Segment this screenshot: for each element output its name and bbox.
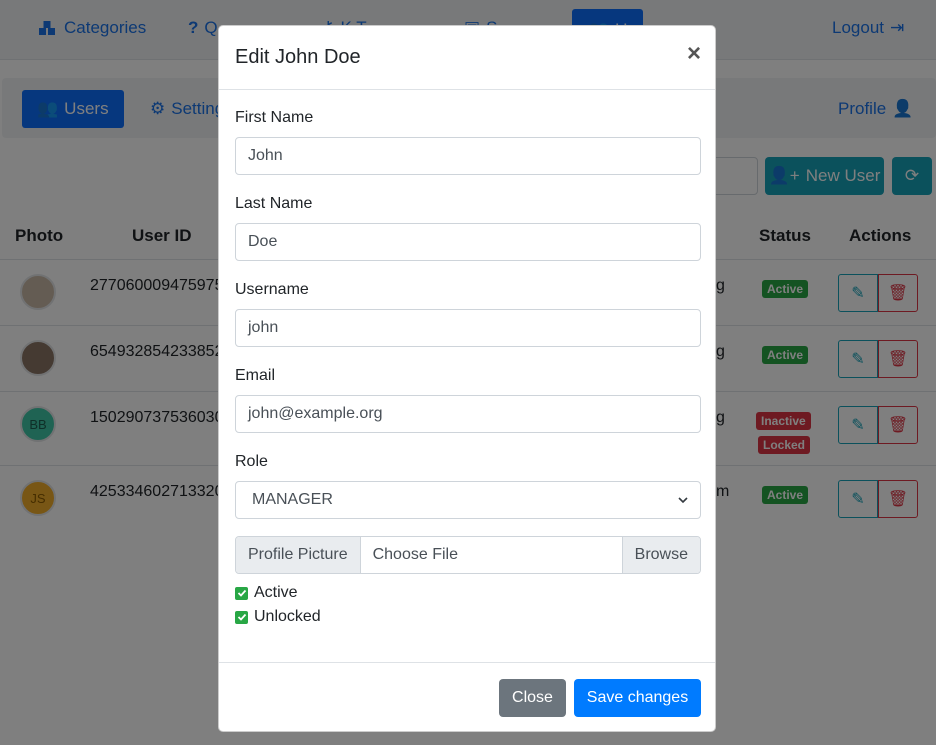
active-checkbox-row[interactable]: Active	[235, 584, 298, 602]
unlocked-checkbox[interactable]	[235, 610, 248, 624]
role-select[interactable]: MANAGER	[235, 481, 701, 519]
modal-header: Edit John Doe ×	[219, 26, 715, 90]
save-changes-button[interactable]: Save changes	[574, 679, 701, 717]
role-label: Role	[235, 453, 268, 470]
unlocked-checkbox-row[interactable]: Unlocked	[235, 608, 321, 626]
first-name-label: First Name	[235, 109, 314, 126]
check-icon	[237, 613, 246, 621]
active-checkbox[interactable]	[235, 586, 248, 600]
close-button[interactable]: Close	[499, 679, 566, 717]
email-field[interactable]: john@example.org	[235, 395, 701, 433]
chevron-down-icon	[678, 497, 688, 504]
username-label: Username	[235, 281, 309, 298]
file-placeholder[interactable]: Choose File	[361, 537, 622, 573]
profile-picture-input[interactable]: Profile Picture Choose File Browse	[235, 536, 701, 574]
browse-button[interactable]: Browse	[621, 537, 700, 573]
active-checkbox-label: Active	[254, 584, 298, 601]
email-label: Email	[235, 367, 276, 384]
unlocked-checkbox-label: Unlocked	[254, 608, 321, 625]
modal-title: Edit John Doe	[235, 46, 361, 68]
first-name-field[interactable]: John	[235, 137, 701, 175]
check-icon	[237, 589, 246, 597]
close-icon[interactable]: ×	[687, 40, 701, 68]
profile-picture-label: Profile Picture	[236, 537, 361, 573]
role-select-value: MANAGER	[252, 491, 333, 508]
username-field[interactable]: john	[235, 309, 701, 347]
last-name-label: Last Name	[235, 195, 313, 212]
modal-footer: Close Save changes	[219, 662, 715, 732]
edit-user-modal: Edit John Doe × First Name John Last Nam…	[218, 25, 716, 732]
last-name-field[interactable]: Doe	[235, 223, 701, 261]
